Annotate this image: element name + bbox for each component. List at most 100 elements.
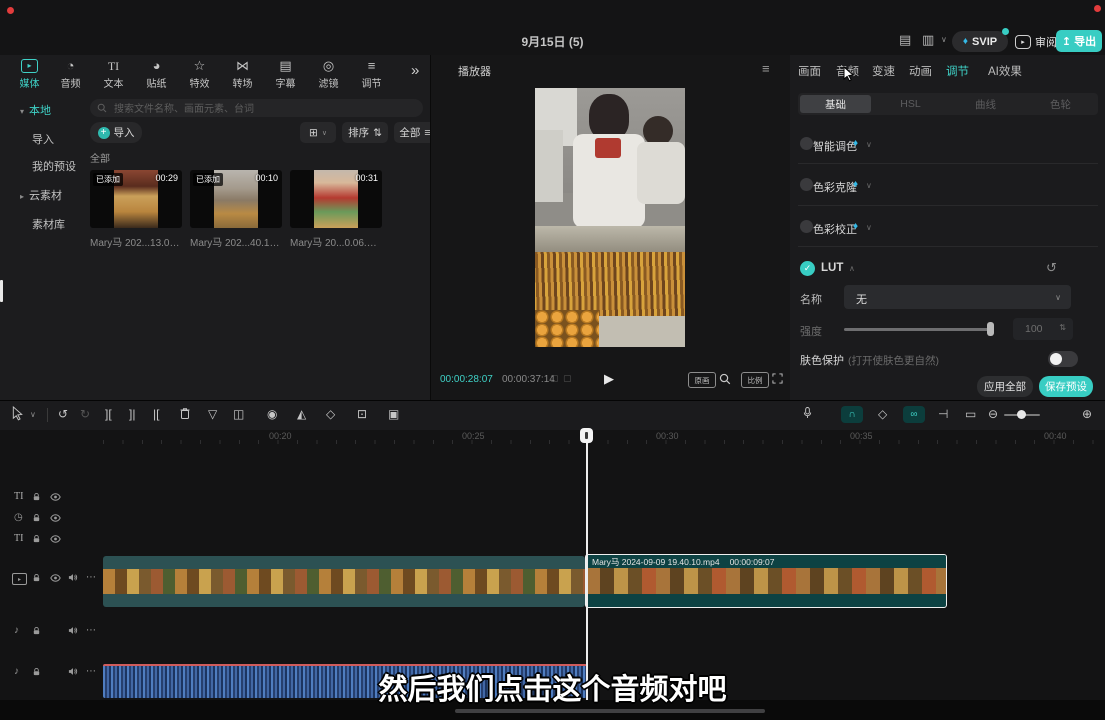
auto-snap-icon[interactable]: ∩ (841, 406, 863, 423)
ratio-selector[interactable]: 比例 (741, 372, 769, 388)
trim-right-icon[interactable]: |[ (153, 407, 159, 421)
eye-icon[interactable] (50, 493, 61, 501)
subtab-color-wheel[interactable]: 色轮 (1025, 95, 1096, 113)
lock-icon[interactable] (32, 573, 41, 583)
delete-icon[interactable] (179, 407, 191, 420)
tab-ai-effects[interactable]: AI效果 (988, 63, 1022, 79)
media-thumbnail[interactable]: 00:31 (290, 170, 382, 228)
subtab-curves[interactable]: 曲线 (950, 95, 1021, 113)
chevron-down-icon[interactable]: ∨ (866, 223, 872, 232)
timeline-zoom-slider-knob[interactable] (1017, 410, 1026, 419)
undo-icon[interactable]: ↺ (58, 407, 68, 421)
chevron-down-icon[interactable]: ∨ (866, 181, 872, 190)
keyframe-icon[interactable]: ◇ (878, 407, 887, 421)
video-clip[interactable] (103, 556, 585, 607)
tab-audio[interactable]: ◔ 音频 (49, 57, 92, 91)
trim-left-icon[interactable]: ]| (129, 407, 135, 421)
play-button[interactable]: ▶ (604, 371, 614, 387)
skin-protect-switch[interactable] (1048, 351, 1078, 367)
lock-icon[interactable] (32, 626, 41, 636)
sort-button[interactable]: 排序 ⇅ (342, 122, 388, 143)
import-button[interactable]: + 导入 (90, 122, 142, 143)
speed-icon[interactable]: ◉ (267, 407, 277, 421)
strength-value-box[interactable]: 100 ⇅ (1013, 318, 1073, 340)
svip-button[interactable]: ♦ SVIP (952, 31, 1008, 52)
cover-icon[interactable]: ▭ (965, 407, 976, 421)
tab-text[interactable]: TI 文本 (92, 57, 135, 91)
panel-resize-handle[interactable] (0, 280, 3, 302)
eye-icon[interactable] (50, 514, 61, 522)
tab-captions[interactable]: ▤ 字幕 (264, 57, 307, 91)
speaker-icon[interactable] (68, 626, 78, 635)
chevron-down-icon[interactable]: ∨ (866, 140, 872, 149)
timeline-horizontal-scrollbar[interactable] (455, 709, 765, 713)
media-thumbnail[interactable]: 已添加 00:29 (90, 170, 182, 228)
timeline-zoom-out-icon[interactable]: ⊖ (988, 407, 998, 421)
export-button[interactable]: ↥ 导出 (1056, 30, 1102, 52)
tab-picture[interactable]: 画面 (798, 63, 821, 79)
lut-name-dropdown[interactable]: 无 ∨ (844, 285, 1071, 309)
select-tool-chevron-icon[interactable]: ∨ (30, 410, 36, 419)
tab-transitions[interactable]: ⋈ 转场 (221, 57, 264, 91)
link-preview-icon[interactable]: ∞ (903, 406, 925, 423)
nav-asset-library[interactable]: 素材库 (32, 216, 65, 232)
player-menu-icon[interactable]: ≡ (762, 61, 770, 76)
apply-all-button[interactable]: 应用全部 (977, 376, 1033, 397)
nav-import[interactable]: 导入 (32, 131, 54, 147)
tab-adjustment[interactable]: 调节 (946, 63, 969, 79)
reset-icon[interactable]: ↺ (1046, 260, 1057, 276)
view-mode-selector[interactable]: ⊞ ∨ (300, 122, 336, 143)
playhead-line[interactable] (586, 430, 588, 700)
media-item[interactable]: 已添加 00:10 Mary马 202...40.10.mp4 (190, 170, 282, 249)
lock-icon[interactable] (32, 534, 41, 544)
nav-local[interactable]: ▾本地 (20, 102, 51, 118)
track-more-icon[interactable]: ⋯ (86, 572, 96, 583)
preview-zoom-icon[interactable] (719, 373, 731, 385)
subtab-basic[interactable]: 基础 (800, 95, 871, 113)
collapse-icon[interactable]: ∧ (849, 264, 855, 273)
redo-icon[interactable]: ↻ (80, 407, 90, 421)
eye-icon[interactable] (50, 535, 61, 543)
rotate-icon[interactable]: ◇ (326, 407, 335, 421)
quality-selector[interactable]: 原画 (688, 372, 716, 388)
lut-checkbox[interactable]: ✓ (800, 261, 815, 276)
save-preset-button[interactable]: 保存预设 (1039, 376, 1093, 397)
media-thumbnail[interactable]: 已添加 00:10 (190, 170, 282, 228)
lock-icon[interactable] (32, 492, 41, 502)
stepper-icon[interactable]: ⇅ (1059, 323, 1066, 332)
subtab-hsl[interactable]: HSL (875, 95, 946, 113)
crop-icon[interactable]: ⊡ (357, 407, 367, 421)
tab-adjust[interactable]: ≡ 调节 (350, 57, 393, 91)
speaker-icon[interactable] (68, 573, 78, 582)
freeze-frame-icon[interactable]: ▣ (388, 407, 399, 421)
tab-sticker[interactable]: ◕ 贴纸 (135, 57, 178, 91)
track-more-icon[interactable]: ⋯ (86, 625, 96, 636)
nav-my-presets[interactable]: 我的预设 (32, 158, 76, 174)
timeline-ruler[interactable] (103, 440, 1105, 444)
more-tabs-icon[interactable]: » (411, 62, 419, 79)
tab-speed[interactable]: 变速 (872, 63, 895, 79)
preview-axis-icon[interactable]: ⊣ (938, 407, 948, 421)
color-clone-toggle[interactable] (800, 178, 813, 191)
review-button[interactable]: ▸ 审阅 (1015, 31, 1057, 52)
lock-icon[interactable] (32, 513, 41, 523)
toggle-panel-layout-icon[interactable]: ▤ (899, 32, 911, 48)
selected-video-clip[interactable]: Mary马 2024-09-09 19.40.10.mp4 00:00:09:0… (585, 554, 947, 608)
smart-color-toggle[interactable] (800, 137, 813, 150)
layout-chevron-icon[interactable]: ∨ (941, 35, 947, 44)
mask-icon[interactable]: ▽ (208, 407, 217, 421)
tab-animation[interactable]: 动画 (909, 63, 932, 79)
timeline-zoom-in-icon[interactable]: ⊕ (1082, 407, 1092, 421)
media-item[interactable]: 已添加 00:29 Mary马 202...13.01.mp4 (90, 170, 182, 249)
mirror-icon[interactable]: ◭ (297, 407, 306, 421)
record-voiceover-icon[interactable] (802, 406, 813, 420)
tab-effects[interactable]: ☆ 特效 (178, 57, 221, 91)
pages-icon[interactable]: ▢ ▢ (550, 373, 573, 384)
select-tool-icon[interactable] (12, 406, 24, 421)
color-correction-toggle[interactable] (800, 220, 813, 233)
search-input[interactable] (112, 99, 416, 119)
toggle-timeline-layout-icon[interactable]: ▥ (922, 32, 934, 48)
media-item[interactable]: 00:31 Mary马 20...0.06.mp4 (290, 170, 382, 249)
eye-icon[interactable] (50, 574, 61, 582)
video-preview[interactable] (535, 88, 685, 347)
